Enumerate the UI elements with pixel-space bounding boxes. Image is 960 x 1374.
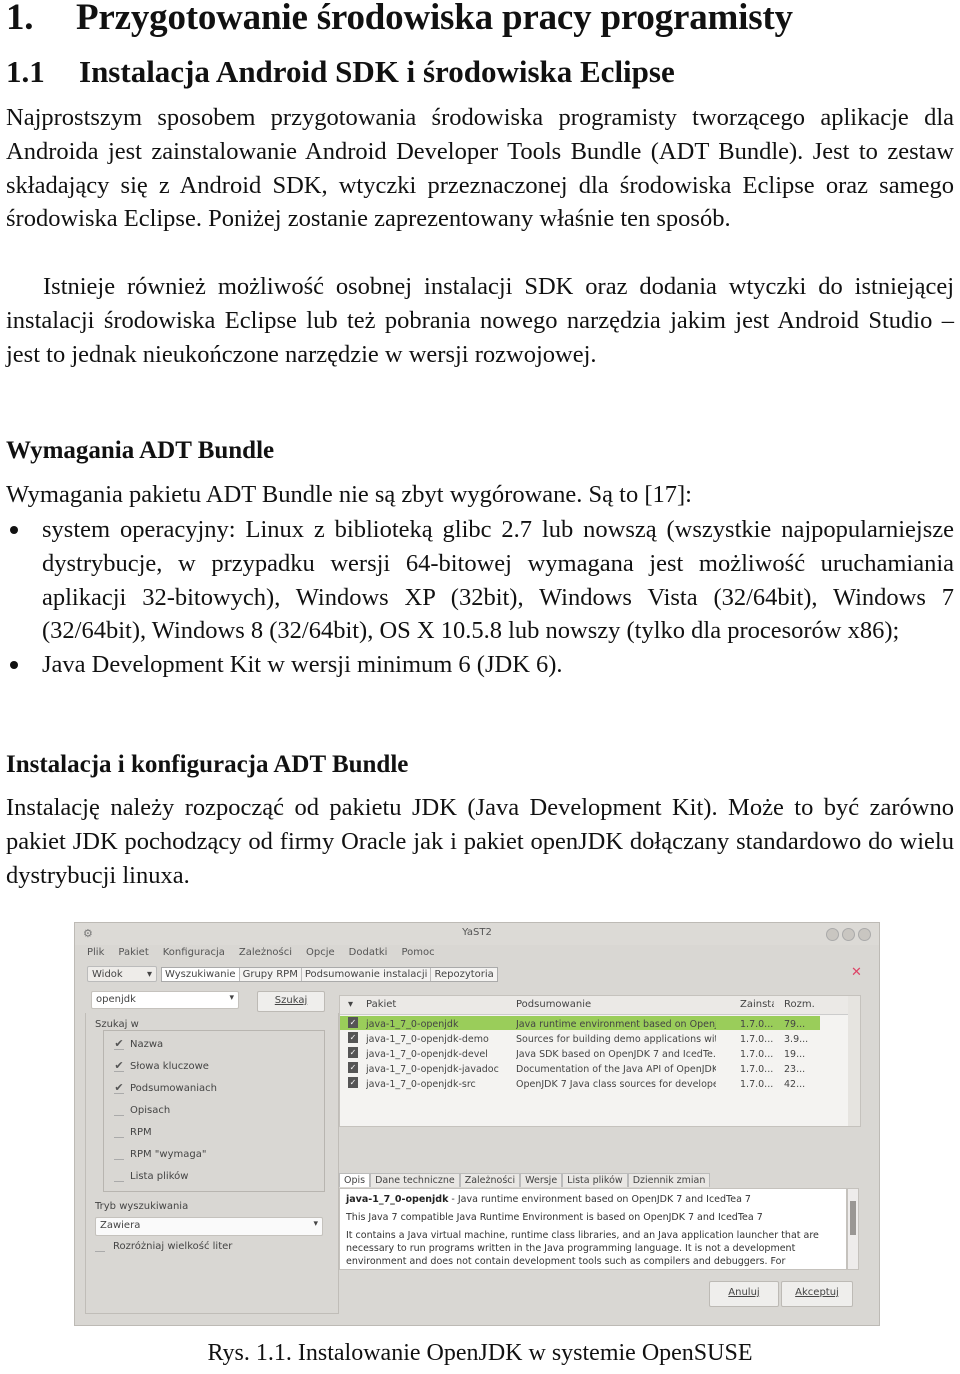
table-row[interactable]: ✓ java-1_7_0-openjdk Java runtime enviro… <box>340 1016 820 1030</box>
description-paragraph: It contains a Java virtual machine, runt… <box>346 1230 819 1267</box>
view-toolbar: Widok ▾ Wyszukiwanie Grupy RPM Podsumowan… <box>87 965 498 983</box>
figure-caption: Rys. 1.1. Instalowanie OpenJDK w systemi… <box>207 1340 753 1366</box>
requirement-item: system operacyjny: Linux z biblioteką gl… <box>6 513 954 648</box>
check-icon: ✔ <box>114 1081 124 1094</box>
chevron-down-icon: ▾ <box>146 968 152 980</box>
tab-file-list[interactable]: Lista plików <box>562 1173 628 1187</box>
description-package-name: java-1_7_0-openjdk <box>346 1194 449 1205</box>
checkbox-descriptions[interactable]: Opisach <box>114 1105 170 1116</box>
view-button[interactable]: Widok ▾ <box>87 966 157 982</box>
checkbox-file-list[interactable]: Lista plików <box>114 1171 188 1182</box>
maximize-icon[interactable] <box>842 928 855 941</box>
checkbox-keywords[interactable]: ✔ Słowa kluczowe <box>114 1059 209 1072</box>
minimize-icon[interactable] <box>826 928 839 941</box>
check-icon: ✔ <box>114 1059 124 1072</box>
description-paragraph: This Java 7 compatible Java Runtime Envi… <box>346 1212 763 1223</box>
menu-package[interactable]: Pakiet <box>118 947 148 963</box>
package-status-icon[interactable]: ✓ <box>348 1047 358 1058</box>
search-mode-select[interactable]: Zawiera ▾ <box>95 1217 323 1236</box>
package-status-icon[interactable]: ✓ <box>348 1032 358 1043</box>
menu-help[interactable]: Pomoc <box>401 947 434 963</box>
tab-technical-data[interactable]: Dane techniczne <box>370 1173 460 1187</box>
package-description: java-1_7_0-openjdk - Java runtime enviro… <box>339 1188 847 1270</box>
checkbox-empty-icon <box>95 1241 105 1252</box>
description-scrollbar[interactable] <box>847 1188 859 1270</box>
tab-versions[interactable]: Wersje <box>520 1173 563 1187</box>
tab-repositories[interactable]: Repozytoria <box>431 968 496 981</box>
checkbox-rpm-requires[interactable]: RPM "wymaga" <box>114 1149 206 1160</box>
bullet-icon <box>10 661 18 670</box>
menu-dependencies[interactable]: Zależności <box>239 947 292 963</box>
check-icon: ✔ <box>114 1037 124 1050</box>
tab-search[interactable]: Wyszukiwanie <box>162 967 240 981</box>
view-tabs: Wyszukiwanie Grupy RPM Podsumowanie inst… <box>161 966 498 982</box>
package-status-icon[interactable]: ✓ <box>348 1017 358 1028</box>
requirements-heading: Wymagania ADT Bundle <box>6 437 275 464</box>
tab-dependencies[interactable]: Zależności <box>459 1173 521 1187</box>
requirements-intro: Wymagania pakietu ADT Bundle nie są zbyt… <box>6 481 692 508</box>
checkbox-empty-icon <box>114 1149 124 1160</box>
close-icon[interactable] <box>858 928 871 941</box>
checkbox-empty-icon <box>114 1127 124 1138</box>
table-row[interactable]: ✓ java-1_7_0-openjdk-demo Sources for bu… <box>340 1031 820 1045</box>
column-package[interactable]: Pakiet <box>366 999 506 1010</box>
table-header: ▾ Pakiet Podsumowanie Zainstal. Rozm. <box>340 996 860 1015</box>
table-row[interactable]: ✓ java-1_7_0-openjdk-devel Java SDK base… <box>340 1046 820 1060</box>
installation-paragraph: Instalację należy rozpocząć od pakietu J… <box>6 794 954 889</box>
bullet-icon <box>10 526 18 534</box>
cancel-button[interactable]: Anuluj <box>709 1281 779 1307</box>
window-titlebar: ⚙ YaST2 <box>75 923 879 945</box>
checkbox-empty-icon <box>114 1171 124 1182</box>
tab-installation-summary[interactable]: Podsumowanie instalacji <box>302 967 432 981</box>
checkbox-summaries[interactable]: ✔ Podsumowaniach <box>114 1081 217 1094</box>
package-status-icon[interactable]: ✓ <box>348 1077 358 1088</box>
tab-rpm-groups[interactable]: Grupy RPM <box>240 967 302 981</box>
checkbox-empty-icon <box>114 1105 124 1116</box>
checkbox-name[interactable]: ✔ Nazwa <box>114 1037 163 1050</box>
tab-description[interactable]: Opis <box>339 1173 371 1187</box>
chapter-title: Przygotowanie środowiska pracy programis… <box>76 0 793 38</box>
chapter-number: 1. <box>6 0 34 38</box>
column-summary[interactable]: Podsumowanie <box>516 999 716 1010</box>
detail-tabs: Opis Dane techniczne Zależności Wersje L… <box>339 1173 711 1187</box>
package-table: ▾ Pakiet Podsumowanie Zainstal. Rozm. ✓ … <box>339 995 861 1127</box>
chapter-heading: 1. Przygotowanie środowiska pracy program… <box>6 0 793 39</box>
search-in-group: ✔ Nazwa ✔ Słowa kluczowe ✔ Podsumowaniach O… <box>103 1030 325 1192</box>
requirement-item: Java Development Kit w wersji minimum 6 … <box>6 648 954 682</box>
yast-screenshot-figure: ⚙ YaST2 Plik Pakiet Konfiguracja Zależno… <box>74 922 880 1326</box>
requirements-list: system operacyjny: Linux z biblioteką gl… <box>6 513 954 682</box>
table-row[interactable]: ✓ java-1_7_0-openjdk-src OpenJDK 7 Java … <box>340 1076 820 1090</box>
chevron-down-icon: ▾ <box>313 1219 318 1229</box>
tab-changelog[interactable]: Dziennik zmian <box>627 1173 711 1187</box>
section-number: 1.1 <box>6 54 45 89</box>
menu-extras[interactable]: Dodatki <box>349 947 388 963</box>
table-row[interactable]: ✓ java-1_7_0-openjdk-javadoc Documentati… <box>340 1061 820 1075</box>
search-mode-label: Tryb wyszukiwania <box>95 1201 189 1212</box>
table-scrollbar[interactable] <box>848 996 860 1126</box>
clear-icon[interactable]: ✕ <box>851 965 865 980</box>
intro-paragraph: Najprostszym sposobem przygotowania środ… <box>6 104 954 233</box>
sort-icon: ▾ <box>348 999 354 1010</box>
menu-options[interactable]: Opcje <box>306 947 335 963</box>
installation-heading: Instalacja i konfiguracja ADT Bundle <box>6 751 409 778</box>
search-in-label: Szukaj w <box>95 1019 139 1030</box>
window-title: YaST2 <box>462 927 492 938</box>
checkbox-rpm[interactable]: RPM <box>114 1127 152 1138</box>
search-input[interactable]: openjdk ▾ <box>91 991 239 1009</box>
column-installed[interactable]: Zainstal. <box>740 999 774 1010</box>
alternatives-paragraph: Istnieje również możliwość osobnej insta… <box>6 273 954 368</box>
section-title: Instalacja Android SDK i środowiska Ecli… <box>79 54 675 89</box>
section-heading: 1.1 Instalacja Android SDK i środowiska E… <box>6 54 675 90</box>
search-button[interactable]: Szukaj <box>257 991 325 1012</box>
case-sensitive-checkbox[interactable]: Rozróżniaj wielkość liter <box>95 1241 232 1252</box>
accept-button[interactable]: Akceptuj <box>781 1281 853 1307</box>
menu-file[interactable]: Plik <box>87 947 104 963</box>
menu-configuration[interactable]: Konfiguracja <box>163 947 225 963</box>
menu-bar: Plik Pakiet Konfiguracja Zależności Opcj… <box>87 947 435 963</box>
column-size[interactable]: Rozm. <box>784 999 814 1010</box>
scrollbar-thumb[interactable] <box>850 1201 856 1235</box>
package-status-icon[interactable]: ✓ <box>348 1062 358 1073</box>
chevron-down-icon: ▾ <box>229 993 234 1003</box>
